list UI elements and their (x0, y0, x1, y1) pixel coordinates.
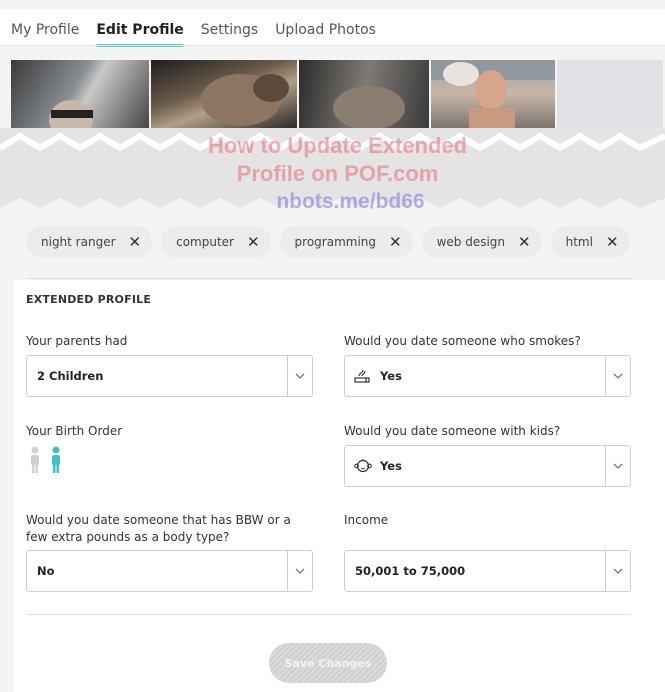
select-divider (605, 551, 606, 591)
watermark: How to Update Extended Profile on POF.co… (150, 132, 525, 216)
chevron-down-icon (295, 568, 305, 574)
bbw-value: No (37, 564, 55, 578)
chevron-down-icon (295, 373, 305, 379)
profile-photo-placeholder[interactable] (557, 60, 663, 128)
photo-2-art (200, 74, 289, 126)
tag-label: computer (176, 235, 234, 249)
tab-divider (0, 45, 665, 46)
smokes-value: Yes (380, 369, 402, 383)
tag-chip: computer ✕ (161, 226, 271, 258)
person-icon-first[interactable] (31, 446, 39, 474)
select-divider (287, 551, 288, 591)
select-divider (605, 356, 606, 396)
tags-divider (26, 278, 631, 279)
tag-chip: programming ✕ (279, 226, 413, 258)
select-divider (287, 356, 288, 396)
bbw-label: Would you date someone that has BBW or a… (26, 512, 291, 546)
remove-tag-icon[interactable]: ✕ (606, 233, 619, 251)
save-changes-button[interactable]: Save Changes (269, 643, 387, 683)
parents-value: 2 Children (37, 369, 104, 383)
tab-upload-photos[interactable]: Upload Photos (275, 20, 376, 40)
remove-tag-icon[interactable]: ✕ (129, 233, 142, 251)
birth-order-picker (28, 446, 68, 478)
select-divider (605, 446, 606, 486)
interest-tags: night ranger ✕ computer ✕ programming ✕ web… (26, 226, 639, 258)
profile-photo-2[interactable] (150, 60, 298, 128)
photo-3-art (333, 86, 406, 128)
tag-label: night ranger (41, 235, 116, 249)
tab-settings[interactable]: Settings (201, 20, 258, 40)
tabs: My Profile Edit Profile Settings Upload … (11, 20, 393, 47)
remove-tag-icon[interactable]: ✕ (247, 233, 260, 251)
kids-label: Would you date someone with kids? (344, 424, 561, 438)
profile-photo-4[interactable] (430, 60, 556, 128)
chevron-down-icon (613, 568, 623, 574)
income-label: Income (344, 513, 389, 527)
tag-label: web design (436, 235, 506, 249)
tag-label: programming (294, 235, 377, 249)
profile-photo-1[interactable] (11, 60, 149, 128)
baby-icon (354, 459, 372, 473)
income-value: 50,001 to 75,000 (355, 564, 466, 578)
top-edge (0, 0, 665, 9)
birth-order-icons (31, 446, 60, 474)
tag-chip: html ✕ (550, 226, 630, 258)
kids-select[interactable]: Yes (344, 445, 631, 487)
bbw-label-line-2: few extra pounds as a body type? (26, 530, 230, 544)
remove-tag-icon[interactable]: ✕ (518, 233, 531, 251)
photo-4-art (430, 60, 556, 128)
chevron-down-icon (613, 463, 623, 469)
tab-my-profile[interactable]: My Profile (11, 20, 79, 40)
remove-tag-icon[interactable]: ✕ (389, 233, 402, 251)
section-title: EXTENDED PROFILE (26, 293, 152, 306)
photo-strip (11, 60, 665, 128)
smoking-icon (354, 369, 370, 383)
photo-1-art (49, 100, 93, 128)
profile-tab-bar: My Profile Edit Profile Settings Upload … (0, 0, 665, 47)
smokes-label: Would you date someone who smokes? (344, 334, 581, 348)
bbw-label-line-1: Would you date someone that has BBW or a (26, 513, 291, 527)
profile-photo-3[interactable] (299, 60, 429, 128)
watermark-line-3: nbots.me/bd66 (276, 190, 425, 213)
watermark-line-2: Profile on POF.com (236, 161, 439, 186)
kids-value: Yes (380, 459, 402, 473)
smokes-select[interactable]: Yes (344, 355, 631, 397)
tab-edit-profile[interactable]: Edit Profile (96, 20, 185, 47)
tag-chip: night ranger ✕ (26, 226, 153, 258)
person-icon-second[interactable] (52, 446, 60, 474)
chevron-down-icon (613, 373, 623, 379)
parents-select[interactable]: 2 Children (26, 355, 313, 397)
tag-label: html (565, 235, 593, 249)
form-divider (26, 614, 631, 615)
birth-order-label: Your Birth Order (26, 424, 123, 438)
tag-chip: web design ✕ (421, 226, 542, 258)
income-select[interactable]: 50,001 to 75,000 (344, 550, 631, 592)
watermark-line-1: How to Update Extended (207, 133, 468, 158)
parents-label: Your parents had (26, 334, 128, 348)
bbw-select[interactable]: No (26, 550, 313, 592)
